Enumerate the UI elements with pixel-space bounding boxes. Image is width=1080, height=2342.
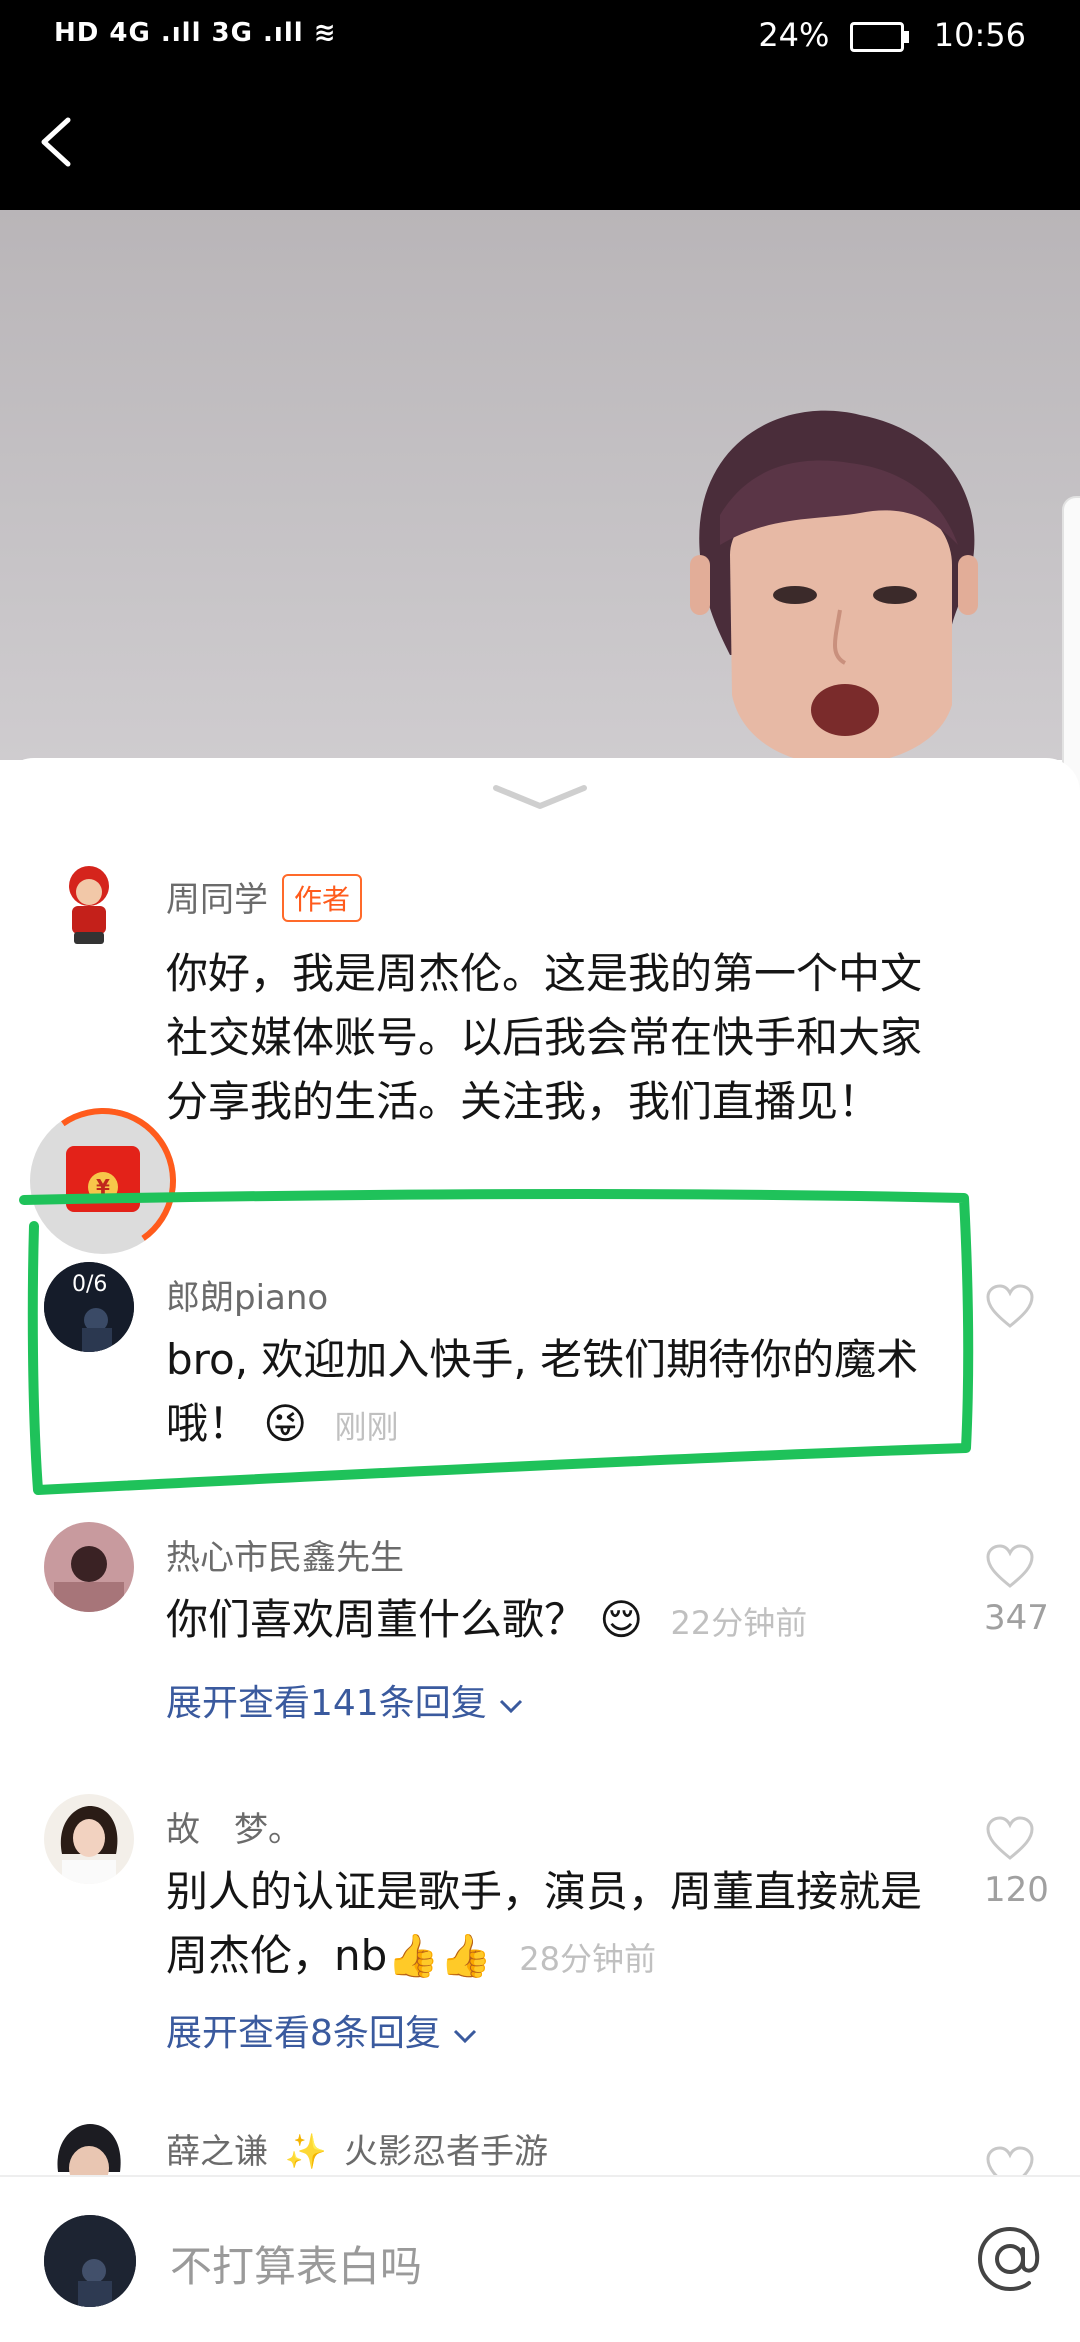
avatar[interactable]	[44, 1522, 134, 1612]
collapse-chevron-icon[interactable]	[490, 780, 590, 814]
comment-text: 别人的认证是歌手，演员，周董直接就是周杰伦，nb👍👍 28分钟前	[166, 1867, 923, 1980]
like-button[interactable]	[984, 1284, 1036, 1334]
comment-username[interactable]: 薛之谦 ✨ 火影忍者手游	[166, 2124, 548, 2173]
comment-username[interactable]: 郎朗piano	[166, 1270, 328, 1319]
clock: 10:56	[933, 16, 1026, 54]
comment-time: 22分钟前	[670, 1604, 808, 1642]
avatar[interactable]: 0/6	[44, 1262, 134, 1352]
comment-input[interactable]: 不打算表白吗	[170, 2233, 422, 2294]
comment-text: bro, 欢迎加入快手, 老铁们期待你的魔术哦！ 😜 刚刚	[166, 1335, 919, 1448]
avatar[interactable]	[44, 1794, 134, 1884]
heart-icon	[986, 2146, 1034, 2175]
comment-input-bar: 不打算表白吗	[0, 2175, 1080, 2342]
back-icon[interactable]	[28, 110, 92, 174]
heart-icon	[986, 1544, 1034, 1588]
chevron-down-icon	[500, 1699, 523, 1714]
coin-icon: ¥	[88, 1172, 118, 1202]
battery-icon	[849, 22, 909, 52]
like-button[interactable]: 347	[984, 1544, 1049, 1638]
signal-indicators: HD 4G .ıll 3G .ıll ≋	[54, 18, 337, 48]
red-packet-icon: ¥	[66, 1146, 140, 1212]
status-right: 24% 10:56	[748, 16, 1026, 54]
heart-icon	[986, 1284, 1034, 1328]
like-button[interactable]	[984, 2146, 1036, 2175]
at-mention-icon[interactable]	[974, 2223, 1046, 2295]
comment-username[interactable]: 热心市民鑫先生	[166, 1530, 404, 1579]
emoji: 👍👍	[387, 1931, 492, 1980]
comment-text: 你们喜欢周董什么歌？ 😌 22分钟前	[166, 1595, 808, 1644]
emoji: 😜	[263, 1399, 308, 1448]
like-count: 120	[984, 1870, 1049, 1910]
sparkle-icon: ✨	[284, 2132, 328, 2172]
comment-username[interactable]: 周同学 作者	[166, 872, 363, 922]
like-button[interactable]: 120	[984, 1816, 1049, 1910]
video-preview[interactable]	[0, 210, 1080, 760]
comment-time: 刚刚	[334, 1408, 399, 1446]
top-bar	[0, 78, 1080, 210]
avatar-overlay-count: 0/6	[72, 1272, 108, 1297]
expand-replies-link[interactable]: 展开查看8条回复	[166, 2004, 478, 2056]
avatar[interactable]	[44, 2116, 134, 2175]
comment-text: 你好，我是周杰伦。这是我的第一个中文社交媒体账号。以后我会常在快手和大家分享我的…	[166, 949, 923, 1126]
battery-percent: 24%	[758, 16, 830, 54]
comment-time: 28分钟前	[519, 1940, 656, 1978]
like-count: 347	[984, 1598, 1049, 1638]
expand-replies-link[interactable]: 展开查看141条回复	[166, 1674, 524, 1726]
author-badge: 作者	[282, 874, 363, 922]
person-image	[690, 410, 978, 760]
avatar[interactable]	[44, 858, 134, 948]
chevron-down-icon	[454, 2029, 477, 2044]
comment-username[interactable]: 故 梦。	[166, 1802, 302, 1851]
avatar[interactable]	[44, 2215, 136, 2307]
status-bar: HD 4G .ıll 3G .ıll ≋ 24% 10:56	[0, 0, 1080, 78]
red-packet-button[interactable]: ¥	[18, 1096, 188, 1266]
emoji: 😌	[599, 1595, 644, 1644]
comment-item: 薛之谦 ✨ 火影忍者手游	[0, 2116, 1080, 2175]
heart-icon	[986, 1816, 1034, 1860]
